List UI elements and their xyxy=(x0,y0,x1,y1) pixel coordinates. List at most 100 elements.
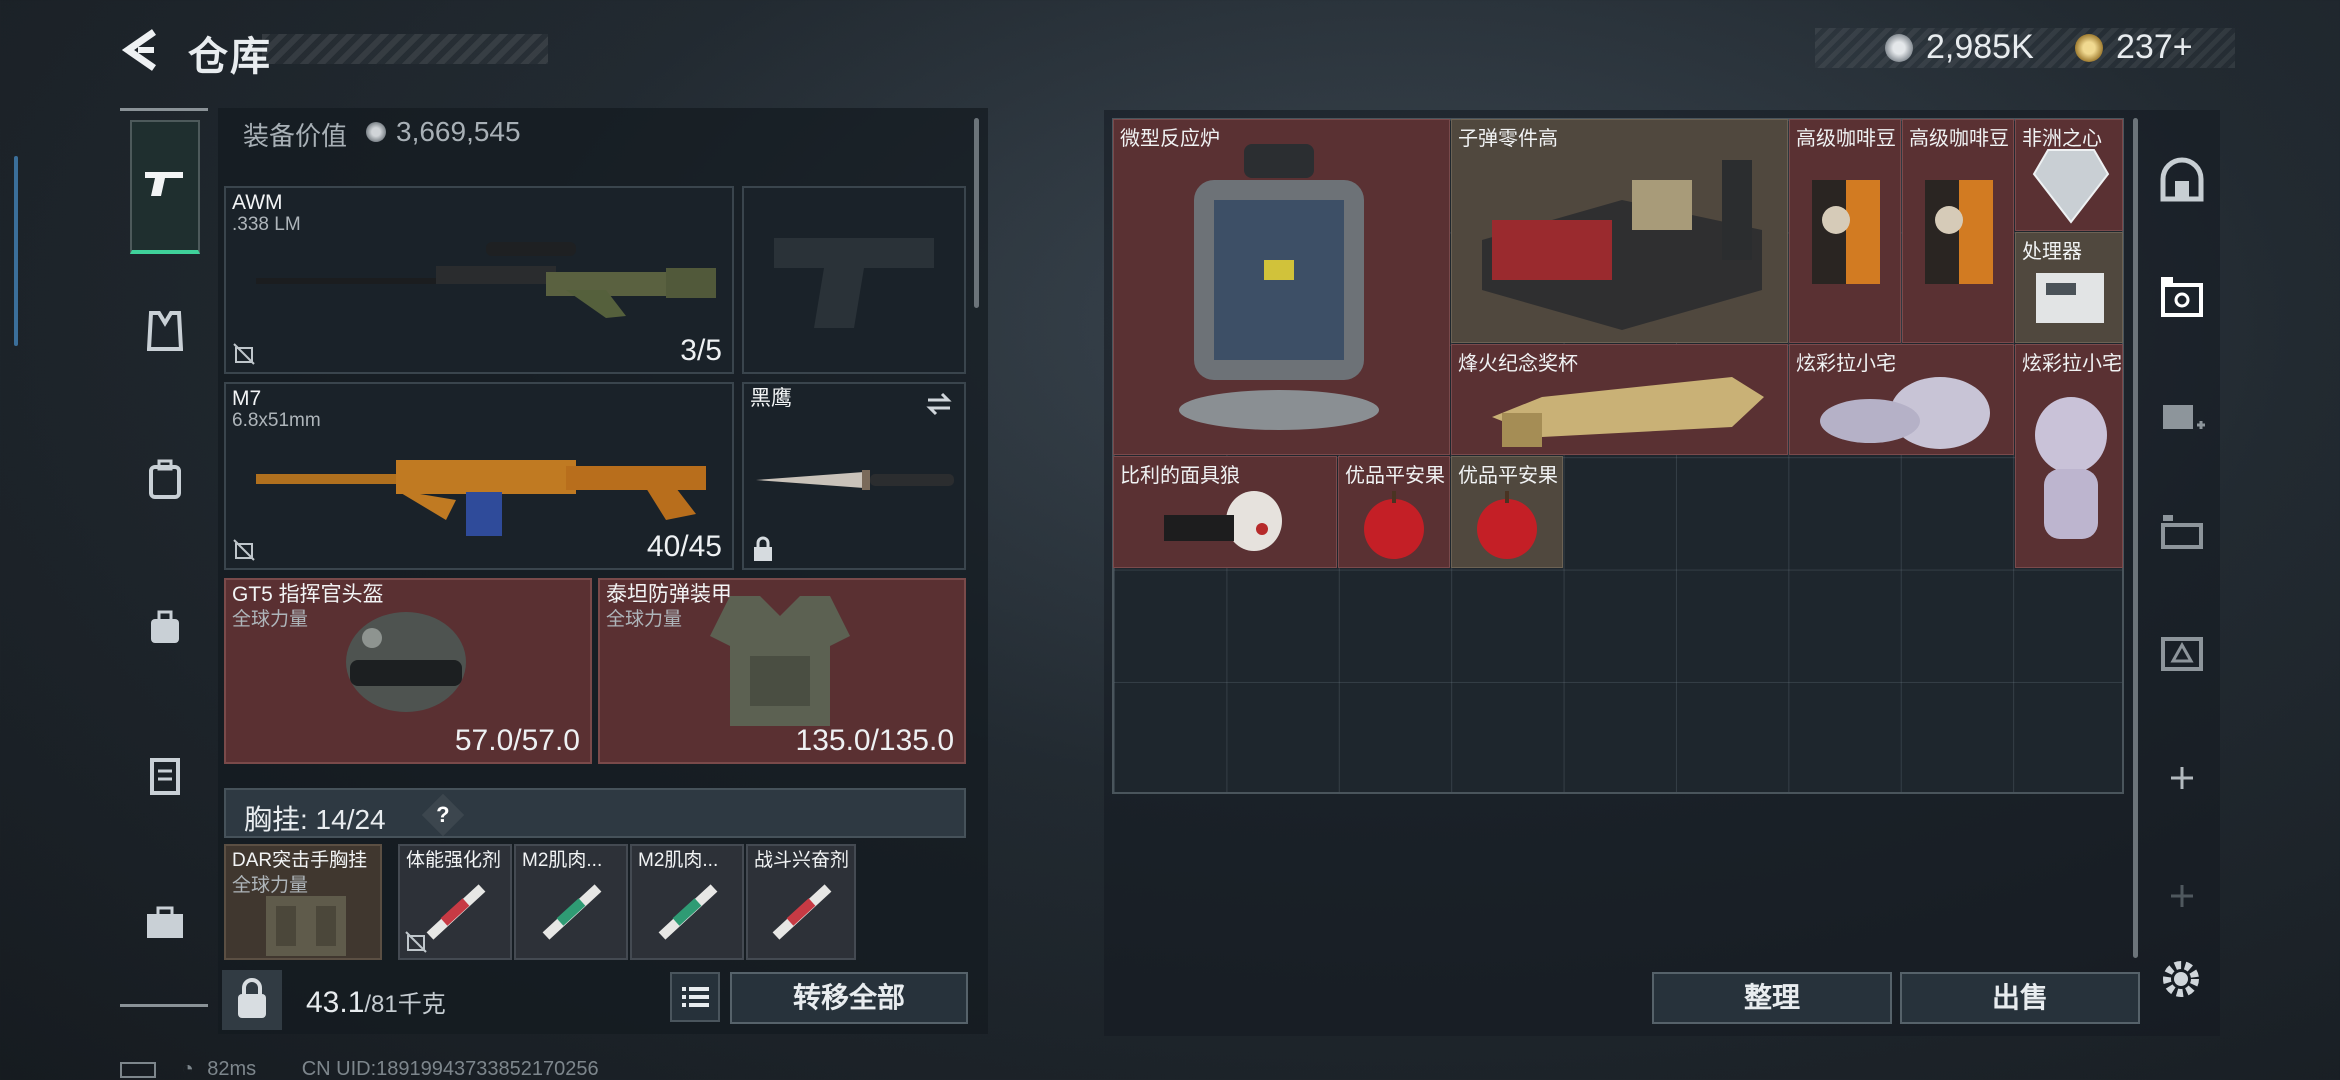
plush-figure-image xyxy=(2035,397,2107,539)
back-button[interactable] xyxy=(118,26,166,74)
swap-icon[interactable] xyxy=(924,392,954,416)
briefcase-icon xyxy=(145,906,185,949)
stash-item-coffee[interactable]: 高级咖啡豆 xyxy=(1902,119,2014,343)
helmet-brand: 全球力量 xyxy=(232,609,309,630)
stash-item-mask[interactable]: 比利的面具狼 xyxy=(1113,456,1337,568)
melee-slot[interactable]: 黑鹰 xyxy=(742,382,966,570)
nav-armor[interactable] xyxy=(130,300,200,370)
puppet-image xyxy=(1164,491,1282,551)
loadout-scrollbar[interactable] xyxy=(974,118,979,308)
battery-icon xyxy=(120,1061,156,1078)
item-label: 高级咖啡豆 xyxy=(1909,128,2009,150)
ammo-count: 40/45 xyxy=(646,530,722,563)
lock-icon xyxy=(754,536,772,561)
apple-image xyxy=(1477,491,1537,559)
ping-value: 82ms xyxy=(207,1058,257,1080)
nav-weapons[interactable] xyxy=(130,120,200,254)
sniper-rifle-image xyxy=(256,242,716,318)
item-label: 高级咖啡豆 xyxy=(1796,128,1896,150)
stash-item-reactor[interactable]: 微型反应炉 xyxy=(1113,119,1450,455)
rig-item-name: M2肌肉... xyxy=(522,850,603,871)
apple-image xyxy=(1364,491,1424,559)
back-arrow-icon xyxy=(121,29,156,71)
stash-tab-4[interactable] xyxy=(2152,268,2212,328)
stash-item-coffee[interactable]: 高级咖啡豆 xyxy=(1789,119,1901,343)
list-view-button[interactable] xyxy=(670,972,720,1022)
rig-item[interactable]: 体能强化剂 xyxy=(398,844,512,960)
stash-tab-safehouse[interactable] xyxy=(2152,150,2212,210)
weapon-slot-pistol[interactable] xyxy=(742,186,966,374)
sell-button[interactable]: 出售 xyxy=(1900,972,2140,1024)
weapon-name: AWM xyxy=(232,191,283,214)
nav-backpack[interactable] xyxy=(130,448,200,518)
backpack-icon xyxy=(147,459,183,508)
rig-item[interactable]: M2肌肉... xyxy=(514,844,628,960)
currency-gold-value[interactable]: 237+ xyxy=(2116,28,2193,67)
safe-box-icon xyxy=(2161,277,2203,317)
item-label: 炫彩拉小宅 xyxy=(2022,353,2122,375)
weapon-slot-primary[interactable]: AWM .338 LM 3/5 xyxy=(224,186,734,374)
rig-item-name: 战斗兴奋剂 xyxy=(754,850,850,871)
transfer-all-button[interactable]: 转移全部 xyxy=(730,972,968,1024)
stash-item-apple[interactable]: 优品平安果 xyxy=(1451,456,1563,568)
stash-item-apple[interactable]: 优品平安果 xyxy=(1338,456,1450,568)
helmet-slot[interactable]: GT5 指挥官头盔 全球力量 57.0/57.0 xyxy=(224,578,592,764)
item-label: 处理器 xyxy=(2022,241,2082,263)
stash-tab-alert[interactable] xyxy=(2152,622,2212,682)
stash-scrollbar[interactable] xyxy=(2133,118,2138,958)
equip-value: 3,669,545 xyxy=(396,116,521,147)
vest-icon xyxy=(146,310,184,360)
plus-icon xyxy=(2171,767,2193,789)
stash-tab-add-crate[interactable] xyxy=(2152,386,2212,446)
crate-add-icon xyxy=(2163,405,2205,429)
dome-icon xyxy=(2160,157,2204,202)
stash-item-plush[interactable]: 炫彩拉小宅 xyxy=(2015,344,2123,568)
armor-slot[interactable]: 泰坦防弹装甲 全球力量 135.0/135.0 xyxy=(598,578,966,764)
weapon-name: M7 xyxy=(232,387,262,410)
helmet-durability: 57.0/57.0 xyxy=(454,724,580,757)
stash-item-plush[interactable]: 炫彩拉小宅 xyxy=(1789,344,2014,455)
diamond-image xyxy=(2032,149,2110,224)
page-title: 仓库 xyxy=(188,35,272,79)
stash-item-heart-of-africa[interactable]: 非洲之心 xyxy=(2015,119,2123,231)
stash-tier-icon xyxy=(2161,515,2203,549)
stash-item-processor[interactable]: 处理器 xyxy=(2015,232,2123,343)
stash-warning-icon xyxy=(2161,637,2203,671)
insurance-off-icon xyxy=(233,343,255,365)
stash-item-ammo-parts[interactable]: 子弹零件高 xyxy=(1451,119,1788,343)
rig-item[interactable]: 战斗兴奋剂 xyxy=(746,844,856,960)
clipboard-icon xyxy=(149,755,181,804)
wifi-icon: ◔ xyxy=(181,1058,194,1080)
stash-tab-3[interactable] xyxy=(2152,504,2212,564)
weight-lock-button[interactable] xyxy=(222,970,282,1030)
stash-item-trophy[interactable]: 烽火纪念奖杯 xyxy=(1451,344,1788,455)
status-bar: ◔ 82ms CN UID:18919943733852170256 xyxy=(120,1058,599,1080)
settings-button[interactable] xyxy=(2156,954,2206,1004)
body-armor-image xyxy=(710,596,850,726)
syringe-image xyxy=(542,884,602,940)
nav-pouch[interactable] xyxy=(130,596,200,666)
coin-silver-icon xyxy=(366,122,386,142)
syringe-image xyxy=(426,884,486,940)
nav-case[interactable] xyxy=(130,744,200,814)
item-label: 子弹零件高 xyxy=(1458,128,1558,150)
carry-weight: 43.1/81千克 xyxy=(306,986,446,1019)
add-stash-button[interactable] xyxy=(2152,748,2212,808)
carry-weight-max: /81千克 xyxy=(364,991,446,1018)
pistol-icon xyxy=(143,166,187,207)
sort-button[interactable]: 整理 xyxy=(1652,972,1892,1024)
weapon-slot-secondary[interactable]: M7 6.8x51mm 40/45 xyxy=(224,382,734,570)
pistol-placeholder-icon xyxy=(774,238,934,328)
ammo-crate-image xyxy=(1482,160,1762,330)
nav-toolbox[interactable] xyxy=(130,892,200,962)
nav-divider-top xyxy=(120,108,208,111)
add-stash-button-disabled xyxy=(2152,866,2212,926)
plus-icon xyxy=(2171,885,2193,907)
coin-silver-icon xyxy=(1885,34,1913,62)
chest-rig-slot[interactable]: DAR突击手胸挂 全球力量 xyxy=(224,844,382,960)
title-decoration xyxy=(262,34,548,64)
rig-item[interactable]: M2肌肉... xyxy=(630,844,744,960)
weight-icon xyxy=(238,978,266,1018)
item-label: 优品平安果 xyxy=(1345,465,1445,487)
plush-toy-image xyxy=(1820,377,1990,449)
